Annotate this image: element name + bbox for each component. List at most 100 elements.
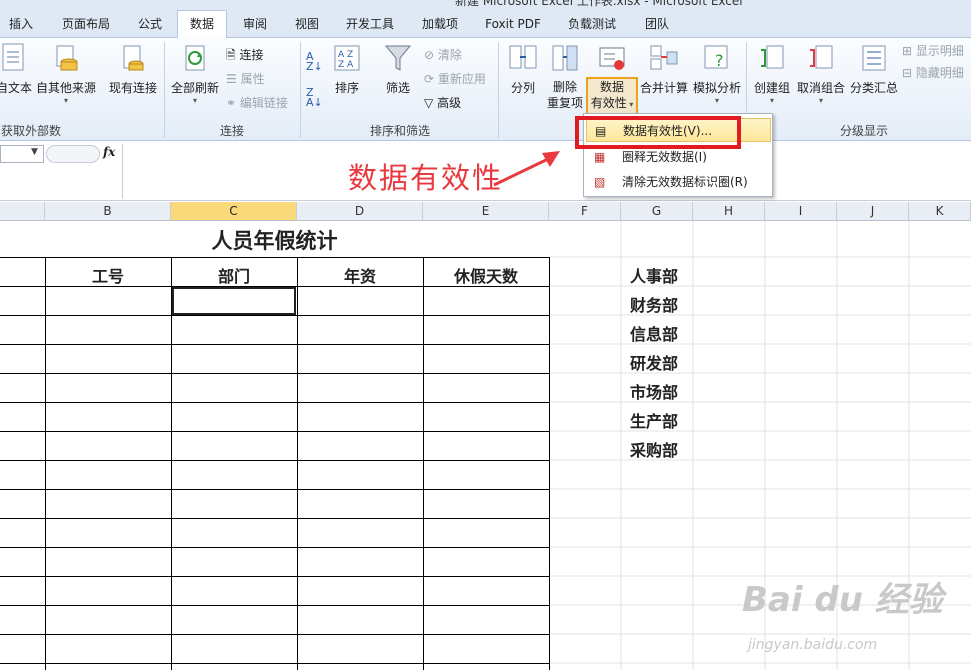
refresh-all-button[interactable]: 全部刷新 ▾ <box>168 42 222 105</box>
column-header-b[interactable]: B <box>45 202 171 221</box>
dept-cell[interactable]: 采购部 <box>630 437 678 461</box>
sort-label: 排序 <box>334 81 359 95</box>
show-detail-button[interactable]: ⊞ 显示明细 <box>902 42 964 59</box>
group-label-outline: 分级显示 <box>839 124 888 138</box>
group-label-sort-filter: 排序和筛选 <box>369 124 430 138</box>
tab-team[interactable]: 团队 <box>640 13 674 38</box>
connections-icon: 🗎 <box>226 48 236 62</box>
column-header-a[interactable] <box>0 202 45 221</box>
link-icon: ⚭ <box>226 96 237 110</box>
header-cell-dept[interactable]: 部门 <box>171 263 297 287</box>
column-header-f[interactable]: F <box>549 202 621 221</box>
title-bar: 新建 Microsoft Excel 工作表.xlsx - Microsoft … <box>0 0 971 8</box>
ungroup-icon <box>810 45 833 69</box>
reapply-button[interactable]: ⟳ 重新应用 <box>424 70 486 87</box>
remove-duplicates-button[interactable]: 删除 重复项 <box>545 42 585 111</box>
column-header-c[interactable]: C <box>171 202 297 221</box>
dept-cell[interactable]: 信息部 <box>630 321 678 345</box>
column-header-d[interactable]: D <box>297 202 423 221</box>
tab-developer[interactable]: 开发工具 <box>340 13 400 38</box>
formula-bar-splitter[interactable] <box>46 145 100 163</box>
what-if-label: 模拟分析 <box>692 81 741 95</box>
data-validation-button[interactable]: 数据 有效性 ▾ <box>588 42 636 113</box>
tab-review[interactable]: 审阅 <box>238 13 272 38</box>
tab-addins[interactable]: 加载项 <box>418 13 462 38</box>
ungroup-button[interactable]: 取消组合 ▾ <box>795 42 847 105</box>
tab-foxit-pdf[interactable]: Foxit PDF <box>481 13 545 38</box>
ribbon-separator <box>164 42 165 138</box>
subtotal-button[interactable]: 分类汇总 <box>849 42 899 96</box>
tab-load-test[interactable]: 负载测试 <box>562 13 622 38</box>
data-validation-icon <box>599 47 625 70</box>
active-cell[interactable] <box>172 287 296 315</box>
subtotal-icon <box>862 45 886 71</box>
dept-cell[interactable]: 市场部 <box>630 379 678 403</box>
properties-button[interactable]: ☰ 属性 <box>226 70 265 87</box>
what-if-icon: ? <box>704 45 728 70</box>
data-validation-label-1: 数据 <box>599 80 624 94</box>
remove-duplicates-icon <box>552 45 578 71</box>
group-button[interactable]: 创建组 ▾ <box>752 42 792 105</box>
existing-connections-button[interactable]: 现有连接 <box>106 42 160 96</box>
menu-item-clear-circles[interactable]: ▧ 清除无效数据标识圈(R) <box>586 170 771 194</box>
column-header-k[interactable]: K <box>909 202 971 221</box>
annotation-text: 数据有效性 <box>348 161 504 195</box>
column-header-g[interactable]: G <box>621 202 693 221</box>
ribbon-separator <box>498 42 499 138</box>
tab-data[interactable]: 数据 <box>177 10 227 39</box>
connections-label: 连接 <box>239 48 264 62</box>
filter-label: 筛选 <box>385 81 410 95</box>
data-validation-label-2: 有效性 <box>590 96 627 110</box>
header-cell-id[interactable]: 工号 <box>45 263 171 287</box>
edit-links-button[interactable]: ⚭ 编辑链接 <box>226 94 288 111</box>
advanced-filter-button[interactable]: ▽ 高级 <box>424 94 461 111</box>
header-cell-seniority[interactable]: 年资 <box>297 263 423 287</box>
consolidate-icon <box>650 45 678 70</box>
annotation-arrow-icon <box>493 151 560 187</box>
column-header-i[interactable]: I <box>765 202 837 221</box>
what-if-button[interactable]: ? 模拟分析 ▾ <box>692 42 742 105</box>
text-to-columns-button[interactable]: 分列 <box>504 42 542 96</box>
sort-az-icon[interactable]: A Z↓ <box>306 51 323 72</box>
tab-insert[interactable]: 插入 <box>4 13 38 38</box>
consolidate-button[interactable]: 合并计算 <box>638 42 690 96</box>
header-cell-leave-days[interactable]: 休假天数 <box>423 263 549 287</box>
filter-button[interactable]: 筛选 <box>378 42 418 96</box>
dept-cell[interactable]: 人事部 <box>630 263 678 287</box>
menu-item-label: 圈释无效数据(I) <box>622 150 707 164</box>
tab-page-layout[interactable]: 页面布局 <box>54 13 118 38</box>
clear-filter-button[interactable]: ⊘ 清除 <box>424 46 462 63</box>
show-detail-label: 显示明细 <box>915 44 964 58</box>
other-sources-button[interactable]: 自其他来源 ▾ <box>34 42 98 105</box>
hide-detail-icon: ⊟ <box>902 66 913 80</box>
dept-cell[interactable]: 研发部 <box>630 350 678 374</box>
properties-icon: ☰ <box>226 72 237 86</box>
column-header-e[interactable]: E <box>423 202 549 221</box>
text-file-icon <box>2 43 24 71</box>
dept-cell[interactable]: 财务部 <box>630 292 678 316</box>
baidu-watermark-url: jingyan.baidu.com <box>748 637 878 653</box>
tab-formulas[interactable]: 公式 <box>132 13 168 38</box>
column-header-h[interactable]: H <box>693 202 765 221</box>
sort-button[interactable]: A ZZ A 排序 <box>328 42 366 96</box>
show-detail-icon: ⊞ <box>902 44 913 58</box>
dept-cell[interactable]: 生产部 <box>630 408 678 432</box>
tab-view[interactable]: 视图 <box>290 13 324 38</box>
chevron-down-icon[interactable]: ▼ <box>31 147 38 157</box>
text-to-columns-icon <box>509 45 537 69</box>
svg-text:?: ? <box>715 51 724 70</box>
table-title[interactable]: 人员年假统计 <box>0 225 549 255</box>
remove-duplicates-label-1: 删除 <box>552 80 577 94</box>
baidu-watermark: Bai du 经验 <box>742 580 943 620</box>
connections-button[interactable]: 🗎 连接 <box>226 46 264 67</box>
hide-detail-button[interactable]: ⊟ 隐藏明细 <box>902 64 964 81</box>
sort-za-icon[interactable]: Z A↓ <box>306 87 323 108</box>
menu-item-label: 清除无效数据标识圈(R) <box>622 175 748 189</box>
refresh-icon <box>185 45 205 71</box>
insert-function-icon[interactable]: fx <box>103 145 115 159</box>
clear-circles-icon: ▧ <box>594 175 606 189</box>
column-header-j[interactable]: J <box>837 202 909 221</box>
chevron-down-icon: ▾ <box>769 96 774 105</box>
refresh-all-label: 全部刷新 <box>170 81 219 95</box>
from-text-button[interactable]: 自文本 <box>0 42 32 96</box>
